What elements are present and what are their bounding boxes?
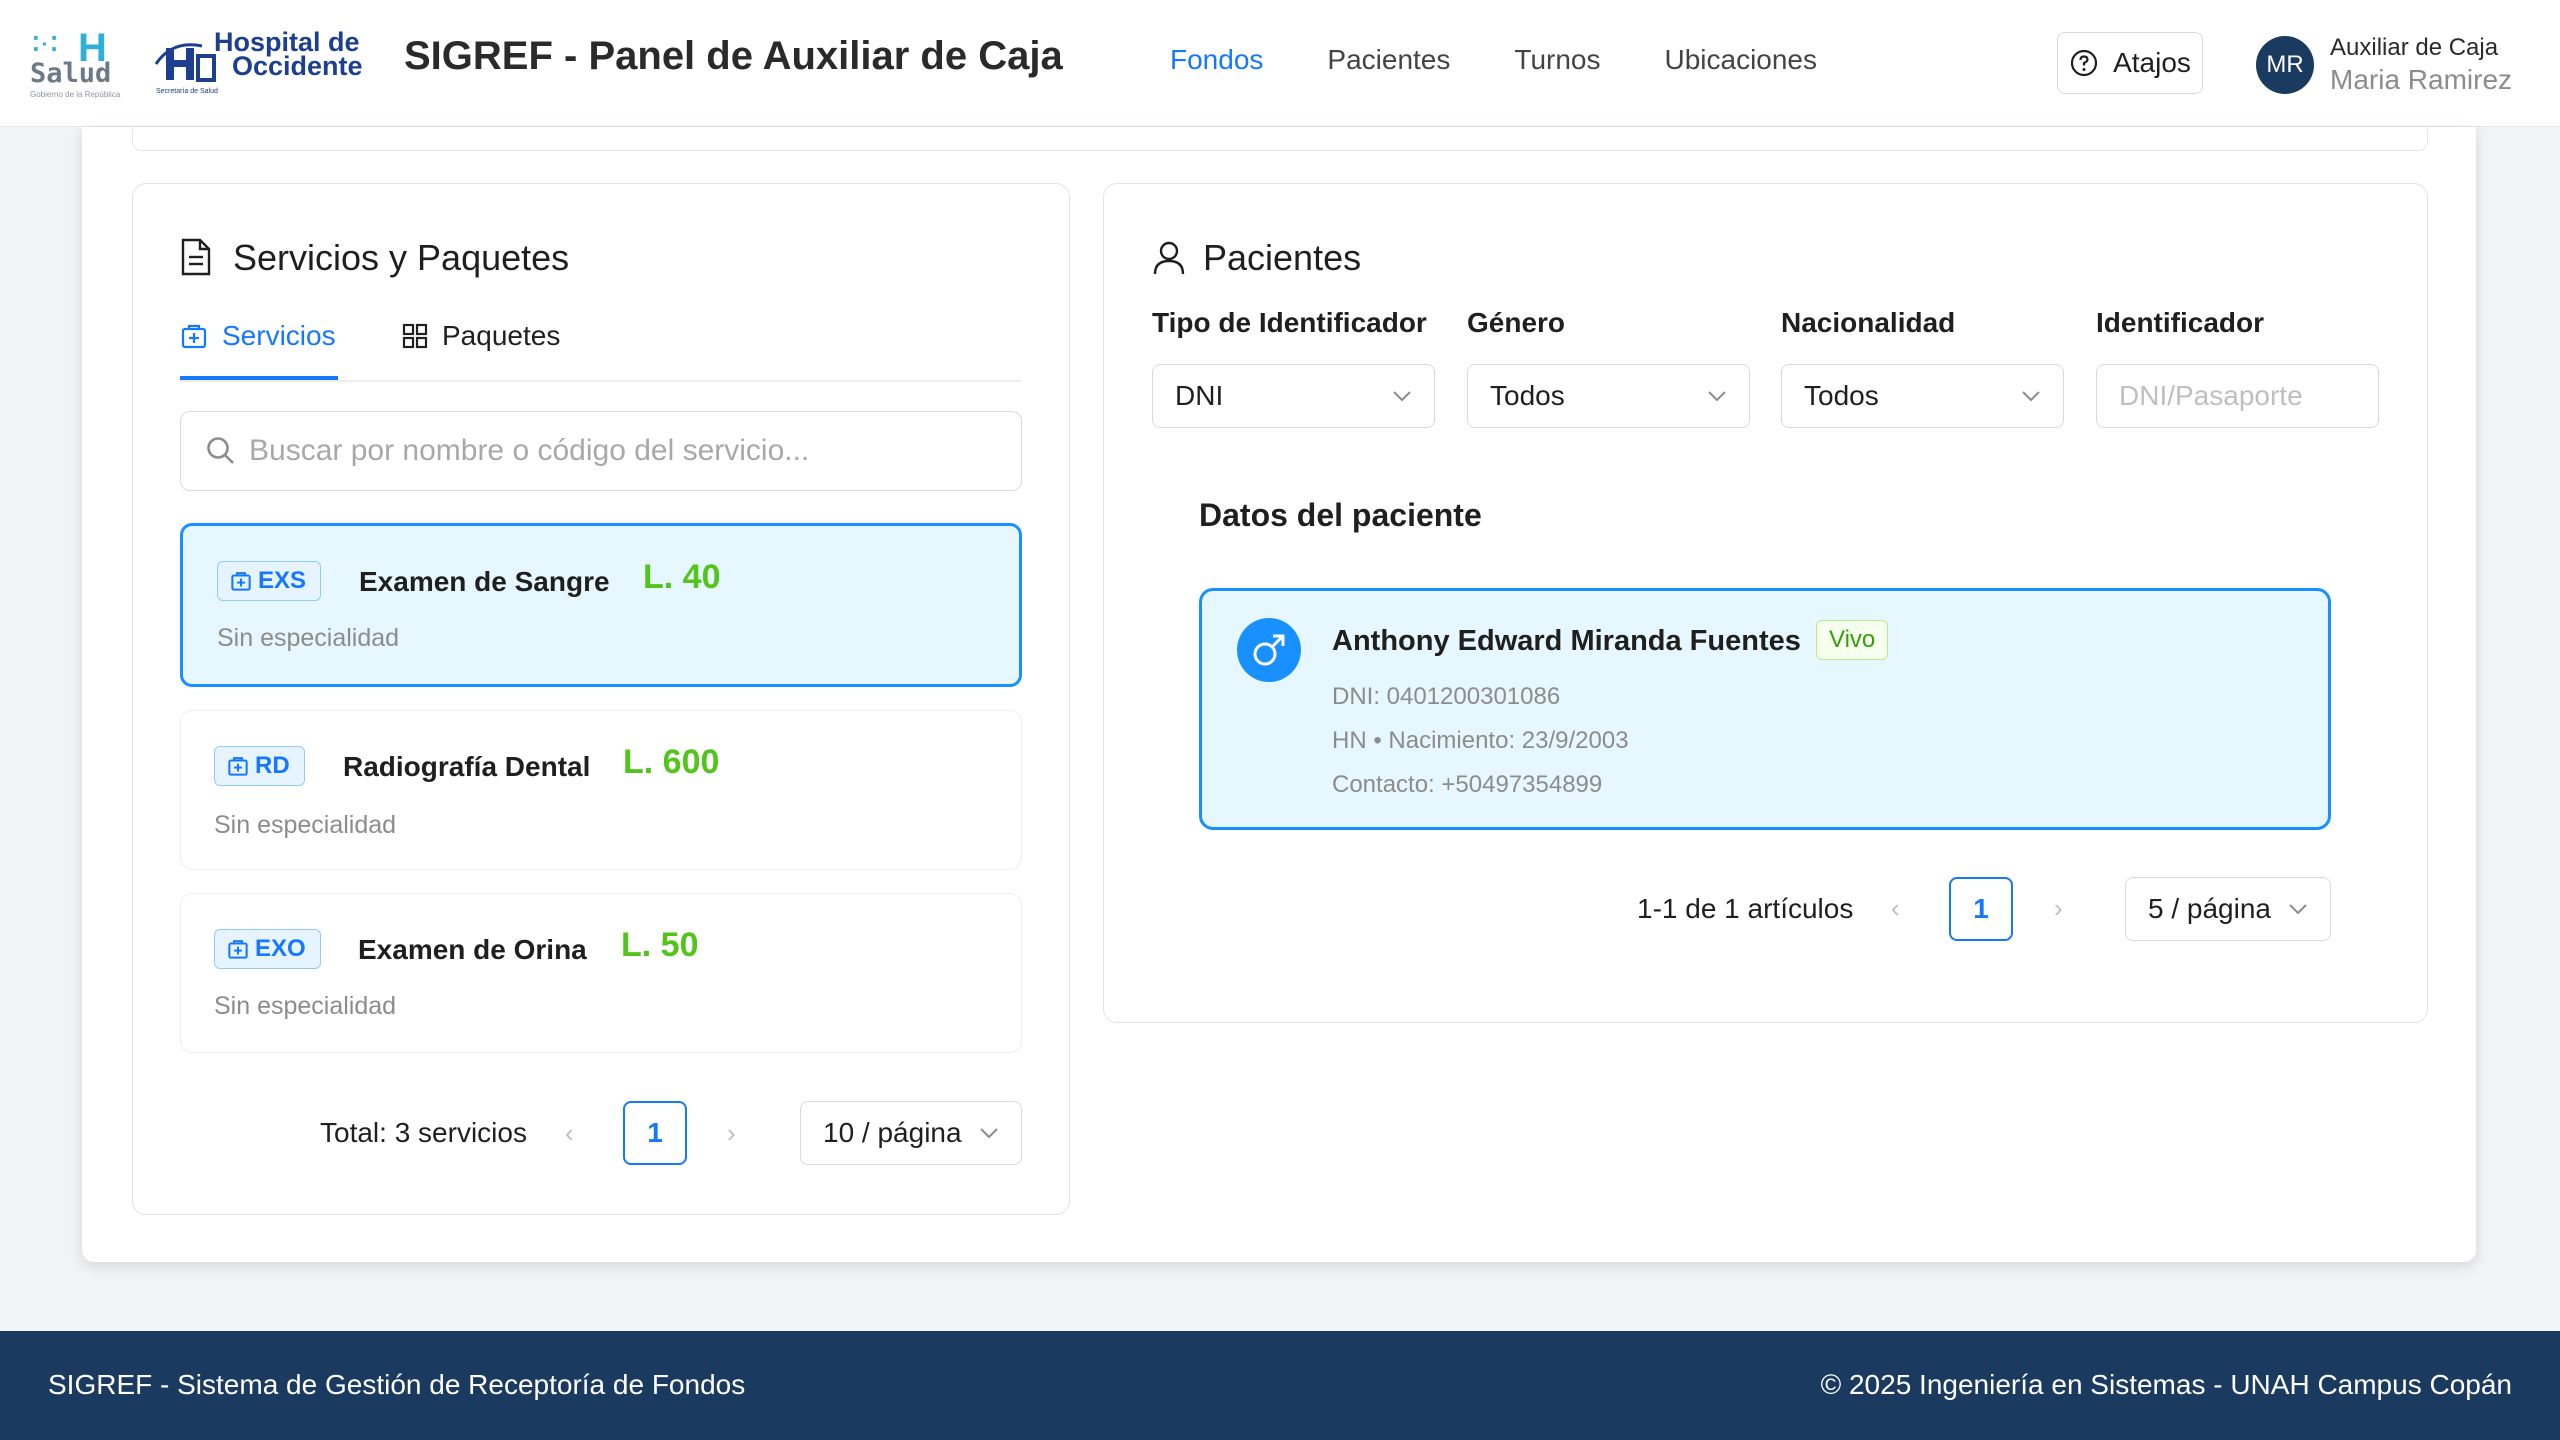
tab-paquetes-label: Paquetes [442,320,561,351]
avatar[interactable]: MR [2256,36,2314,94]
identifier-input[interactable] [2096,364,2379,428]
search-icon [207,437,234,464]
service-code-tag: RD [214,746,305,786]
service-search-input[interactable] [247,433,951,469]
service-price: L. 600 [623,743,720,781]
top-header: ⁚·⁚ H Salud Gobierno de la República Hos… [0,0,2560,127]
service-card-exo[interactable]: EXO Examen de Orina L. 50 Sin especialid… [180,893,1022,1053]
service-code-tag: EXS [217,561,322,601]
patient-contact: Contacto: +50497354899 [1332,771,1603,798]
page-title: SIGREF - Panel de Auxiliar de Caja [404,34,1063,78]
medicine-box-icon [231,572,251,591]
hospital-logo: Hospital de Occidente Secretaría de Salu… [152,26,374,98]
next-page-button[interactable]: › [2054,893,2063,924]
patient-birth: HN • Nacimiento: 23/9/2003 [1332,727,1629,754]
medicine-box-icon [228,940,248,959]
service-card-rd[interactable]: RD Radiografía Dental L. 600 Sin especia… [180,710,1022,870]
question-circle-icon [2070,49,2098,77]
file-text-icon [181,238,211,276]
service-specialty: Sin especialidad [217,624,400,652]
page-1-button[interactable]: 1 [623,1101,687,1165]
footer-system-name: SIGREF - Sistema de Gestión de Receptorí… [48,1369,746,1400]
service-specialty: Sin especialidad [214,992,397,1020]
chevron-down-icon [2289,904,2307,915]
user-icon [1153,241,1185,275]
nationality-select[interactable]: Todos [1781,364,2064,428]
service-card-exs[interactable]: EXS Examen de Sangre L. 40 Sin especiali… [180,523,1022,687]
patients-panel-title: Pacientes [1203,237,1362,278]
medicine-box-icon [228,757,248,776]
service-name: Radiografía Dental [343,751,591,782]
filter-id-type-label: Tipo de Identificador [1152,307,1427,338]
service-price: L. 40 [643,558,721,596]
id-type-select[interactable]: DNI [1152,364,1435,428]
tab-servicios-label: Servicios [222,320,336,351]
chevron-down-icon [1708,391,1726,402]
footer-copyright: © 2025 Ingeniería en Sistemas - UNAH Cam… [1820,1369,2512,1400]
prev-page-button[interactable]: ‹ [1891,893,1900,924]
status-badge: Vivo [1816,620,1889,660]
footer: SIGREF - Sistema de Gestión de Receptorí… [0,1331,2560,1440]
filter-gender-label: Género [1467,307,1566,338]
services-tabs: Servicios Paquetes [180,310,1022,382]
user-role: Auxiliar de Caja [2330,34,2499,61]
patient-card[interactable]: Anthony Edward Miranda Fuentes Vivo DNI:… [1199,588,2331,830]
nav-item-turnos[interactable]: Turnos [1514,44,1600,76]
patients-range: 1-1 de 1 artículos [1637,893,1854,924]
user-name: Maria Ramirez [2330,64,2513,95]
active-tab-indicator [180,376,338,380]
hospital-logo-mark-icon [154,43,216,82]
appstore-icon [402,323,428,349]
medicine-box-icon [181,324,207,349]
service-code-tag: EXO [214,929,321,969]
services-panel-title: Servicios y Paquetes [233,237,570,278]
gender-select[interactable]: Todos [1467,364,1750,428]
service-price: L. 50 [621,926,699,964]
salud-logo: ⁚·⁚ H Salud Gobierno de la República [30,26,121,99]
prev-page-button[interactable]: ‹ [565,1118,574,1149]
top-collapsed-card [132,127,2428,151]
patient-name: Anthony Edward Miranda Fuentes [1332,625,1801,657]
chevron-down-icon [2022,391,2040,402]
page-1-button[interactable]: 1 [1949,877,2013,941]
services-total: Total: 3 servicios [320,1117,527,1148]
patient-section-title: Datos del paciente [1199,497,1482,533]
service-specialty: Sin especialidad [214,811,397,839]
services-page-size-select[interactable]: 10 / página [800,1101,1022,1165]
male-icon [1237,618,1301,682]
tab-paquetes[interactable]: Paquetes [402,320,560,352]
shortcuts-button[interactable]: Atajos [2057,32,2203,94]
chevron-down-icon [1393,391,1411,402]
filter-identifier-label: Identificador [2096,307,2265,338]
main-nav: Fondos Pacientes Turnos Ubicaciones [1148,44,1849,76]
patient-dni: DNI: 0401200301086 [1332,683,1561,710]
nav-item-ubicaciones[interactable]: Ubicaciones [1664,44,1817,76]
nav-item-pacientes[interactable]: Pacientes [1327,44,1450,76]
patients-page-size-select[interactable]: 5 / página [2125,877,2331,941]
service-search-box [180,411,1022,491]
next-page-button[interactable]: › [727,1118,736,1149]
chevron-down-icon [980,1128,998,1139]
filter-nationality-label: Nacionalidad [1781,307,1956,338]
tab-servicios[interactable]: Servicios [180,320,336,352]
nav-item-fondos[interactable]: Fondos [1170,44,1263,76]
service-name: Examen de Sangre [359,566,610,597]
shortcuts-label: Atajos [2113,47,2191,78]
service-name: Examen de Orina [358,934,587,965]
